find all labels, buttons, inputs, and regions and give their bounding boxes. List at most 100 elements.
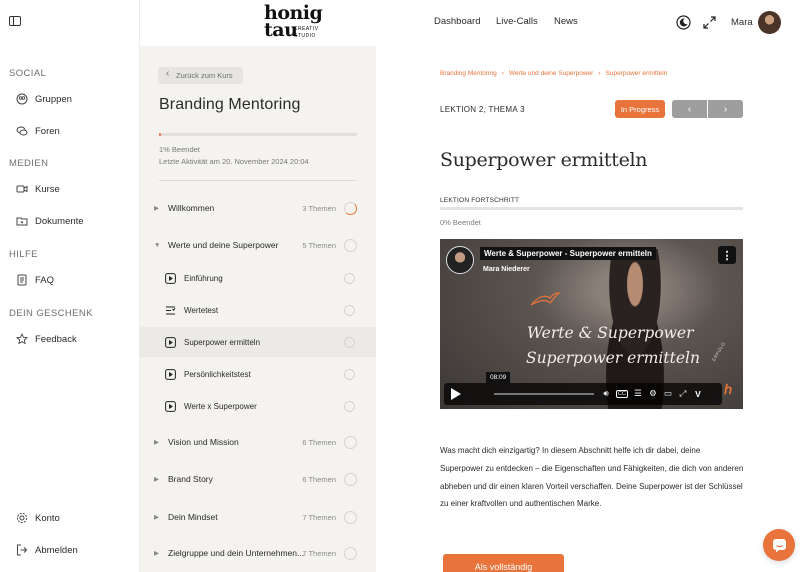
volume-icon[interactable]: 🔊︎ <box>601 388 611 399</box>
course-panel: Zurück zum Kurs Branding Mentoring 1% Be… <box>140 46 376 572</box>
star-icon <box>16 333 28 345</box>
sidebar-item-label: Gruppen <box>35 93 72 105</box>
logo-tag-2: STUDIO <box>294 33 316 39</box>
sidebar-item-feedback[interactable]: Feedback <box>16 330 77 348</box>
timestamp-tooltip: 08:09 <box>486 372 511 383</box>
play-icon[interactable] <box>451 388 461 400</box>
section-title-hilfe: HILFE <box>9 249 38 260</box>
lesson-label: Wertetest <box>184 305 219 315</box>
fullscreen-icon[interactable] <box>701 14 717 30</box>
module-label: Dein Mindset <box>168 512 218 522</box>
dark-mode-icon[interactable] <box>675 14 691 30</box>
lesson-number: LEKTION 2, THEMA 3 <box>440 105 525 114</box>
breadcrumb-item[interactable]: Werte und deine Superpower <box>509 70 593 77</box>
module-werte[interactable]: ▼ Werte und deine Superpower 5 Themen <box>140 233 376 257</box>
sidebar-item-label: Dokumente <box>35 215 84 227</box>
breadcrumb-item[interactable]: Branding Mentoring <box>440 70 497 77</box>
sidebar-item-label: Foren <box>35 125 60 137</box>
module-count: 7 Themen <box>302 548 336 558</box>
sidebar-item-label: Abmelden <box>35 544 78 556</box>
status-ring-icon <box>344 304 355 316</box>
fullscreen-icon[interactable]: ⤢ <box>678 388 688 399</box>
video-icon <box>16 183 28 195</box>
lesson-einfuehrung[interactable]: Einführung <box>140 263 376 293</box>
sidebar-item-label: FAQ <box>35 274 55 286</box>
status-ring-icon <box>344 368 355 380</box>
channel-avatar[interactable] <box>446 246 474 274</box>
topnav-dashboard[interactable]: Dashboard <box>434 16 480 27</box>
course-progress-bar <box>159 133 357 136</box>
video-overlay-title: Werte & Superpower <box>527 324 694 342</box>
play-circle-icon <box>165 272 176 284</box>
chapters-icon[interactable]: ☰ <box>633 388 643 399</box>
prev-lesson-button[interactable]: ‹ <box>672 100 707 118</box>
breadcrumb-item[interactable]: Superpower ermitteln <box>606 70 668 77</box>
logout-icon <box>16 544 28 556</box>
module-willkommen[interactable]: ▶ Willkommen 3 Themen <box>140 196 376 220</box>
more-options-icon[interactable]: ⋮ <box>718 246 736 264</box>
progress-ring-icon <box>344 546 357 560</box>
module-label: Vision und Mission <box>168 437 239 447</box>
bird-logo-icon <box>530 292 560 306</box>
lesson-werte-x-superpower[interactable]: Werte x Superpower <box>140 391 376 421</box>
captions-icon[interactable]: CC <box>616 389 628 398</box>
lesson-progress-label: LEKTION FORTSCHRITT <box>440 197 520 204</box>
sidebar-item-foren[interactable]: Foren <box>16 122 60 140</box>
course-progress-fill <box>159 133 161 136</box>
module-zielgruppe[interactable]: ▶ Zielgruppe und dein Unternehmen... 7 T… <box>140 541 376 565</box>
sidebar-item-label: Feedback <box>35 333 77 345</box>
settings-icon[interactable]: ⚙ <box>648 388 658 399</box>
video-author[interactable]: Mara Niederer <box>483 266 530 273</box>
video-player[interactable]: Werte & Superpower - Superpower ermittel… <box>440 239 743 409</box>
lesson-superpower-ermitteln[interactable]: Superpower ermitteln <box>140 327 376 357</box>
module-count: 5 Themen <box>302 240 336 250</box>
back-to-course-button[interactable]: Zurück zum Kurs <box>158 67 243 84</box>
next-lesson-button[interactable]: › <box>708 100 743 118</box>
topnav-news[interactable]: News <box>554 16 578 27</box>
folder-icon <box>16 215 28 227</box>
chat-launcher-button[interactable] <box>763 529 795 561</box>
pip-icon[interactable]: ▭ <box>663 388 673 399</box>
lesson-wertetest[interactable]: Wertetest <box>140 295 376 325</box>
video-title[interactable]: Werte & Superpower - Superpower ermittel… <box>480 247 656 260</box>
course-progress-text: 1% Beendet <box>159 145 200 154</box>
sidebar-item-kurse[interactable]: Kurse <box>16 180 60 198</box>
vimeo-icon[interactable]: V <box>693 389 703 399</box>
chevron-down-icon: ▼ <box>154 241 161 249</box>
username[interactable]: Mara <box>731 17 753 28</box>
lesson-description: Was macht dich einzigartig? In diesem Ab… <box>440 446 744 509</box>
brand-logo[interactable]: honig tau KREATIV STUDIO <box>264 4 326 42</box>
sidebar-item-abmelden[interactable]: Abmelden <box>16 541 78 559</box>
section-title-geschenk: DEIN GESCHENK <box>9 308 93 319</box>
status-ring-icon <box>344 272 355 284</box>
lesson-progress-text: 0% Beendet <box>440 218 481 227</box>
avatar[interactable] <box>758 11 781 34</box>
chevron-right-icon: ▶ <box>154 476 159 483</box>
seek-bar[interactable] <box>494 393 594 395</box>
module-count: 7 Themen <box>302 512 336 522</box>
sidebar-item-dokumente[interactable]: Dokumente <box>16 212 84 230</box>
module-brand-story[interactable]: ▶ Brand Story 6 Themen <box>140 467 376 491</box>
topnav-live-calls[interactable]: Live-Calls <box>496 16 538 27</box>
app-root: SOCIAL Gruppen Foren MEDIEN Kurse Dokume… <box>0 0 800 572</box>
lesson-persoenlichkeitstest[interactable]: Persönlichkeitstest <box>140 359 376 389</box>
divider <box>159 180 357 181</box>
groups-icon <box>16 93 28 105</box>
top-bar: honig tau KREATIV STUDIO Dashboard Live-… <box>140 0 800 46</box>
play-circle-icon <box>165 368 176 380</box>
section-title-social: SOCIAL <box>9 68 47 79</box>
sidebar-item-label: Konto <box>35 512 60 524</box>
lesson-label: Werte x Superpower <box>184 401 257 411</box>
module-mindset[interactable]: ▶ Dein Mindset 7 Themen <box>140 505 376 529</box>
mark-complete-button[interactable]: Als vollständig <box>443 554 564 572</box>
sidebar-item-gruppen[interactable]: Gruppen <box>16 90 72 108</box>
module-count: 3 Themen <box>302 203 336 213</box>
chevron-right-icon: ▶ <box>154 550 159 557</box>
section-title-medien: MEDIEN <box>9 158 49 169</box>
sidebar-item-konto[interactable]: Konto <box>16 509 60 527</box>
module-vision[interactable]: ▶ Vision und Mission 6 Themen <box>140 430 376 454</box>
sidebar-toggle-icon[interactable] <box>9 16 21 26</box>
course-last-activity: Letzte Aktivität am 20. November 2024 20… <box>159 157 309 166</box>
sidebar-item-faq[interactable]: FAQ <box>16 271 54 289</box>
gear-icon <box>16 512 28 524</box>
